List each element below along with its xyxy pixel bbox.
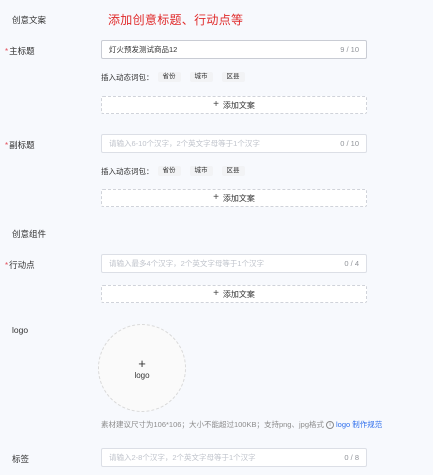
logo-upload-text: logo: [134, 370, 150, 380]
add-copy-label: 添加文案: [222, 193, 255, 203]
sub-title-placeholder: 请输入6-10个汉字，2个英文字母等于1个汉字: [109, 139, 260, 148]
sub-title-label-text: 副标题: [9, 140, 35, 150]
action-point-label: *行动点: [5, 259, 35, 271]
creative-copy-title: 创意文案: [12, 15, 47, 25]
action-point-label-text: 行动点: [9, 260, 35, 270]
required-mark: *: [5, 261, 9, 270]
tag-input[interactable]: 请输入2-8个汉字，2个英文字母等于1个汉字 0 / 8: [101, 448, 367, 467]
main-title-count: 9 / 10: [340, 45, 359, 54]
action-point-input[interactable]: 请输入最多4个汉字，2个英文字母等于1个汉字 0 / 4: [101, 254, 367, 273]
tag-count: 0 / 8: [344, 453, 359, 462]
annotation-text: 添加创意标题、行动点等: [108, 13, 244, 27]
required-mark: *: [5, 141, 9, 150]
chip-district[interactable]: 区县: [221, 71, 245, 83]
logo-tip: 素材建议尺寸为106*106；大小不能超过100KB；支持png、jpg格式 i…: [101, 419, 382, 430]
sub-title-input[interactable]: 请输入6-10个汉字，2个英文字母等于1个汉字 0 / 10: [101, 134, 367, 153]
dynamic-words-row-1: 插入动态词包： 省份 城市 区县: [101, 70, 254, 84]
dynamic-words-row-2: 插入动态词包： 省份 城市 区县: [101, 164, 254, 178]
add-copy-button-1[interactable]: + 添加文案: [101, 96, 367, 114]
required-mark: *: [5, 47, 9, 56]
dynamic-words-label: 插入动态词包：: [101, 166, 154, 176]
plus-icon: +: [213, 288, 219, 299]
add-copy-button-2[interactable]: + 添加文案: [101, 189, 367, 207]
main-title-label-text: 主标题: [9, 46, 35, 56]
main-title-label: *主标题: [5, 45, 35, 57]
tag-label: 标签: [12, 454, 30, 464]
add-copy-button-3[interactable]: + 添加文案: [101, 285, 367, 303]
logo-label: logo: [12, 325, 29, 335]
main-title-input[interactable]: 灯火预发测试商品12 9 / 10: [101, 40, 367, 59]
components-title: 创意组件: [12, 229, 47, 239]
add-copy-label: 添加文案: [222, 100, 255, 110]
chip-city[interactable]: 城市: [189, 71, 213, 83]
chip-province[interactable]: 省份: [157, 165, 181, 177]
chip-district[interactable]: 区县: [221, 165, 245, 177]
dynamic-words-label: 插入动态词包：: [101, 72, 154, 82]
logo-upload[interactable]: + logo: [98, 324, 186, 412]
logo-spec-link[interactable]: logo 制作规范: [336, 419, 382, 430]
sub-title-count: 0 / 10: [340, 139, 359, 148]
plus-icon: +: [213, 99, 219, 110]
plus-icon: +: [213, 192, 219, 203]
main-title-value: 灯火预发测试商品12: [109, 45, 178, 54]
info-icon: i: [326, 420, 334, 429]
action-point-placeholder: 请输入最多4个汉字，2个英文字母等于1个汉字: [109, 259, 265, 268]
add-copy-label: 添加文案: [222, 289, 255, 299]
sub-title-label: *副标题: [5, 139, 35, 151]
action-point-count: 0 / 4: [344, 259, 359, 268]
chip-city[interactable]: 城市: [189, 165, 213, 177]
chip-province[interactable]: 省份: [157, 71, 181, 83]
logo-tip-text: 素材建议尺寸为106*106；大小不能超过100KB；支持png、jpg格式: [101, 420, 324, 429]
tag-placeholder: 请输入2-8个汉字，2个英文字母等于1个汉字: [109, 453, 256, 462]
plus-icon: +: [138, 355, 146, 371]
